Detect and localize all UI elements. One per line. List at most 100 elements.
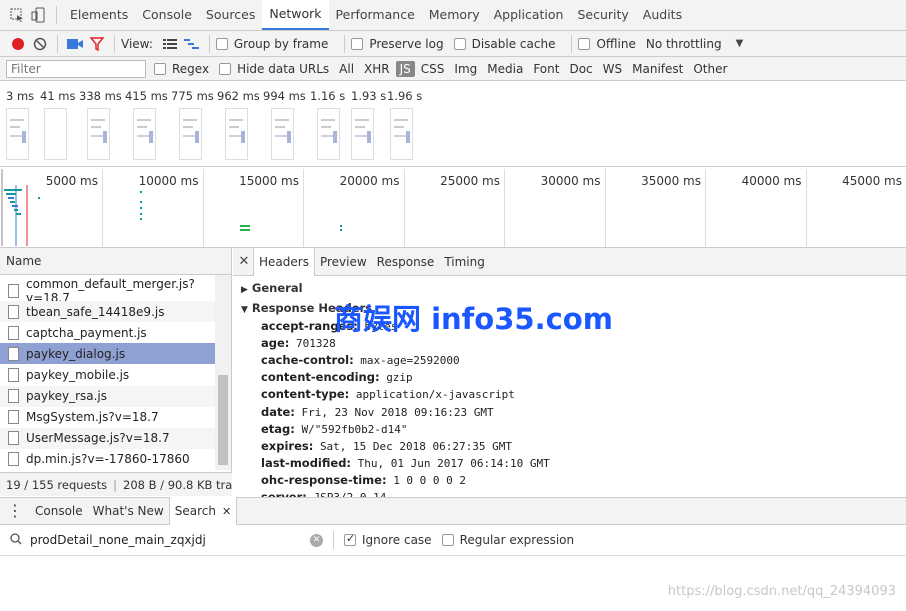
request-row[interactable]: captcha_payment.js <box>0 322 215 343</box>
requests-summary: 19 / 155 requests | 208 B / 90.8 KB tran… <box>0 472 232 496</box>
request-row[interactable]: paykey_rsa.js <box>0 385 215 407</box>
tab-audits[interactable]: Audits <box>636 0 689 30</box>
ignore-case-option[interactable]: Ignore case <box>344 532 432 547</box>
filmstrip-frame[interactable] <box>271 108 294 160</box>
inspect-element-icon[interactable] <box>6 5 28 25</box>
clear-icon[interactable] <box>29 34 51 54</box>
type-filter-other[interactable]: Other <box>689 61 731 77</box>
network-toolbar: View: Group by frame Preserve log Disabl… <box>0 31 906 57</box>
clear-search-icon[interactable]: ✕ <box>310 533 323 547</box>
disable-cache-checkbox[interactable] <box>453 37 466 50</box>
group-by-frame-option[interactable]: Group by frame <box>215 37 328 51</box>
request-row[interactable]: paykey_dialog.js <box>0 343 215 365</box>
type-filter-ws[interactable]: WS <box>599 61 626 77</box>
request-scrollbar[interactable] <box>215 275 231 470</box>
type-filter-manifest[interactable]: Manifest <box>628 61 687 77</box>
filter-icon[interactable] <box>86 34 108 54</box>
close-search-tab-icon[interactable]: ✕ <box>222 505 231 518</box>
chevron-down-icon[interactable]: ▼ <box>736 38 744 49</box>
toolbar-divider <box>114 34 115 53</box>
filmstrip-frame[interactable] <box>225 108 248 160</box>
waterfall-overview-icon[interactable] <box>181 34 203 54</box>
detail-tabs: Headers Preview Response Timing <box>253 248 490 276</box>
tab-sources[interactable]: Sources <box>199 0 262 30</box>
regex-checkbox[interactable] <box>154 62 166 75</box>
detail-tab-headers[interactable]: Headers <box>253 248 315 276</box>
header-name: content-type: <box>261 387 350 402</box>
filmstrip-frame[interactable] <box>351 108 374 160</box>
preserve-log-checkbox[interactable] <box>351 37 364 50</box>
tab-console[interactable]: Console <box>135 0 199 30</box>
capture-screenshots-icon[interactable] <box>64 34 86 54</box>
type-filter-img[interactable]: Img <box>450 61 481 77</box>
drawer-tab-search[interactable]: Search ✕ <box>168 497 238 525</box>
name-column-header[interactable]: Name <box>0 248 231 275</box>
request-row[interactable]: common_default_merger.js?v=18.7 <box>0 277 215 305</box>
scrollbar-thumb[interactable] <box>218 375 228 465</box>
tab-elements[interactable]: Elements <box>63 0 135 30</box>
type-filter-xhr[interactable]: XHR <box>360 61 394 77</box>
tab-security[interactable]: Security <box>570 0 635 30</box>
filmstrip-frame[interactable] <box>317 108 340 160</box>
drawer-tab-what-s-new[interactable]: What's New <box>88 497 169 525</box>
throttling-value: No throttling <box>645 36 722 51</box>
drawer-tab-label: Console <box>35 504 83 518</box>
drawer-menu-icon[interactable]: ⋮ <box>0 503 30 519</box>
tab-memory[interactable]: Memory <box>422 0 487 30</box>
ignore-case-label: Ignore case <box>362 533 432 547</box>
record-icon[interactable] <box>7 34 29 54</box>
device-toolbar-icon[interactable] <box>28 5 50 25</box>
request-row[interactable]: UserMessage.js?v=18.7 <box>0 427 215 449</box>
type-filter-font[interactable]: Font <box>529 61 563 77</box>
group-by-frame-checkbox[interactable] <box>215 37 228 50</box>
filmstrip-frame[interactable] <box>87 108 110 160</box>
regex-label: Regex <box>172 61 210 76</box>
filter-input[interactable] <box>6 59 146 78</box>
search-input[interactable]: prodDetail_none_main_zqxjdj <box>30 533 310 547</box>
tab-network[interactable]: Network <box>262 0 329 30</box>
file-icon <box>8 452 19 467</box>
close-detail-icon[interactable]: ✕ <box>235 254 253 269</box>
request-row[interactable]: MsgSystem.js?v=18.7 <box>0 407 215 428</box>
response-header-row: cache-control: max-age=2592000 <box>261 353 460 367</box>
type-filter-media[interactable]: Media <box>483 61 527 77</box>
preserve-log-option[interactable]: Preserve log <box>351 37 444 51</box>
header-value: Sat, 15 Dec 2018 06:27:35 GMT <box>319 439 512 453</box>
filmstrip-frame[interactable] <box>179 108 202 160</box>
hide-data-urls-checkbox[interactable] <box>219 62 232 75</box>
drawer-tab-console[interactable]: Console <box>30 497 88 525</box>
request-row[interactable]: paykey_mobile.js <box>0 364 215 385</box>
hide-data-urls-option[interactable]: Hide data URLs <box>219 62 329 76</box>
offline-option[interactable]: Offline <box>578 37 636 51</box>
type-filter-js[interactable]: JS <box>395 60 415 77</box>
drawer-tab-label: What's New <box>92 504 164 518</box>
general-section-toggle[interactable]: ▶ General <box>241 281 303 295</box>
regular-expression-option[interactable]: Regular expression <box>441 533 574 547</box>
regex-option[interactable]: Regex <box>154 62 209 76</box>
drawer-tabbar: ⋮ Console What's New Search ✕ <box>0 497 906 525</box>
disable-cache-option[interactable]: Disable cache <box>453 37 555 51</box>
type-filter-doc[interactable]: Doc <box>565 61 596 77</box>
tab-application[interactable]: Application <box>487 0 571 30</box>
request-row[interactable]: dp.min.js?v=-17860-17860 <box>0 449 215 469</box>
large-rows-icon[interactable] <box>159 34 181 54</box>
type-filter-all[interactable]: All <box>335 61 358 77</box>
detail-tab-preview[interactable]: Preview <box>315 248 372 276</box>
filmstrip-frame[interactable] <box>390 108 413 160</box>
type-filter-css[interactable]: CSS <box>417 61 449 77</box>
ignore-case-checkbox[interactable] <box>344 532 356 546</box>
request-name: tbean_safe_14418e9.js <box>26 304 165 319</box>
filmstrip-frame[interactable] <box>133 108 156 160</box>
filmstrip-frame[interactable] <box>44 108 67 160</box>
offline-checkbox[interactable] <box>578 37 591 50</box>
tab-performance[interactable]: Performance <box>329 0 422 30</box>
filmstrip-frame[interactable] <box>6 108 29 160</box>
watermark-overlay: 商娱网 info35.com <box>334 302 613 336</box>
request-row[interactable]: tbean_safe_14418e9.js <box>0 301 215 323</box>
detail-tab-response[interactable]: Response <box>372 248 440 276</box>
request-name: paykey_dialog.js <box>26 346 126 361</box>
regular-expression-checkbox[interactable] <box>441 534 454 546</box>
throttling-select[interactable]: No throttling <box>646 37 722 51</box>
request-name: paykey_rsa.js <box>26 389 108 403</box>
detail-tab-timing[interactable]: Timing <box>439 248 490 276</box>
